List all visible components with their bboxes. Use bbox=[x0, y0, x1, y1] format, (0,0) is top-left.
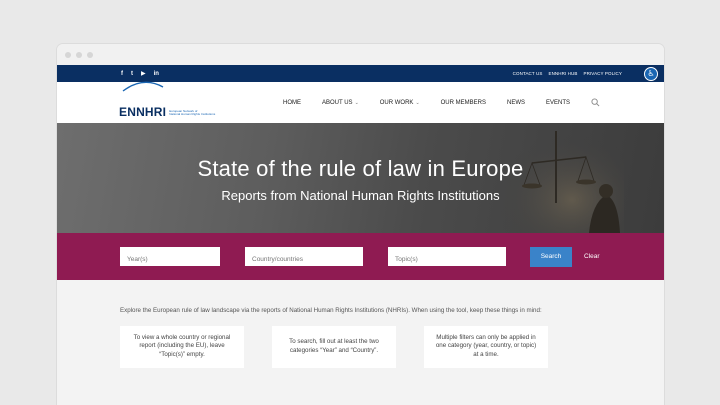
chevron-down-icon: ⌄ bbox=[415, 99, 420, 106]
chevron-down-icon: ⌄ bbox=[354, 99, 359, 106]
window-dot-close[interactable] bbox=[65, 51, 71, 58]
window-dot-maximize[interactable] bbox=[87, 51, 93, 58]
privacy-policy-link[interactable]: PRIVACY POLICY bbox=[584, 71, 623, 76]
browser-window: f t ▶ in CONTACT US ENNHRI HUB PRIVACY P… bbox=[57, 44, 664, 405]
nav-item-our-work[interactable]: OUR WORK ⌄ bbox=[380, 100, 420, 106]
nav-item-label: ABOUT US bbox=[322, 99, 353, 106]
nav-item-label: OUR MEMBERS bbox=[440, 99, 486, 106]
search-button[interactable]: Search bbox=[530, 246, 572, 267]
nav-menu: HOME ABOUT US ⌄ OUR WORK ⌄ OUR MEMBERS NEW… bbox=[262, 98, 600, 107]
ennhri-logo[interactable]: ENNHRI European Network of National Huma… bbox=[119, 81, 216, 119]
logo-subtitle: European Network of National Human Right… bbox=[169, 109, 216, 118]
ennhri-hub-link[interactable]: ENNHRI HUB bbox=[548, 71, 577, 76]
social-links: f t ▶ in bbox=[121, 70, 159, 78]
tip-card-topic: To view a whole country or regional repo… bbox=[120, 325, 244, 368]
nav-item-home[interactable]: HOME bbox=[283, 100, 301, 106]
nav-item-label: HOME bbox=[283, 99, 301, 106]
main-content: Explore the European rule of law landsca… bbox=[57, 280, 664, 368]
nav-item-events[interactable]: EVENTS bbox=[546, 100, 570, 106]
accessibility-icon[interactable]: ♿ bbox=[644, 67, 658, 81]
clear-button[interactable]: Clear bbox=[584, 253, 600, 260]
search-icon[interactable] bbox=[591, 98, 600, 107]
nav-item-our-members[interactable]: OUR MEMBERS bbox=[441, 100, 486, 106]
tips-cards: To view a whole country or regional repo… bbox=[120, 325, 604, 368]
youtube-icon[interactable]: ▶ bbox=[141, 70, 146, 77]
nav-item-label: OUR WORK bbox=[379, 99, 414, 106]
linkedin-icon[interactable]: in bbox=[154, 71, 159, 77]
logo-wordmark: ENNHRI bbox=[119, 104, 167, 119]
hero-banner: State of the rule of law in Europe Repor… bbox=[57, 123, 664, 233]
year-filter-input[interactable] bbox=[120, 247, 220, 266]
window-dot-minimize[interactable] bbox=[76, 51, 82, 58]
nav-item-label: NEWS bbox=[506, 99, 525, 106]
page-subtitle: Reports from National Human Rights Insti… bbox=[221, 188, 500, 203]
logo-arc-icon bbox=[122, 81, 164, 92]
filter-bar: Search Clear bbox=[57, 233, 664, 280]
topic-filter-input[interactable] bbox=[388, 247, 506, 266]
page-title: State of the rule of law in Europe bbox=[197, 156, 524, 181]
window-chrome bbox=[57, 44, 664, 65]
nav-item-label: EVENTS bbox=[545, 99, 570, 106]
main-navbar: ENNHRI European Network of National Huma… bbox=[57, 81, 664, 123]
top-links: CONTACT US ENNHRI HUB PRIVACY POLICY bbox=[513, 71, 622, 76]
logo-subtitle-line2: National Human Rights Institutions bbox=[169, 112, 216, 117]
contact-us-link[interactable]: CONTACT US bbox=[513, 71, 543, 76]
country-filter-input[interactable] bbox=[245, 247, 363, 266]
tip-card-search: To search, fill out at least the two cat… bbox=[272, 325, 396, 368]
facebook-icon[interactable]: f bbox=[121, 71, 123, 77]
tip-card-filters: Multiple filters can only be applied in … bbox=[424, 325, 548, 368]
nav-item-about-us[interactable]: ABOUT US ⌄ bbox=[322, 100, 359, 106]
nav-item-news[interactable]: NEWS bbox=[507, 100, 525, 106]
intro-text: Explore the European rule of law landsca… bbox=[120, 307, 542, 314]
twitter-icon[interactable]: t bbox=[131, 71, 133, 77]
